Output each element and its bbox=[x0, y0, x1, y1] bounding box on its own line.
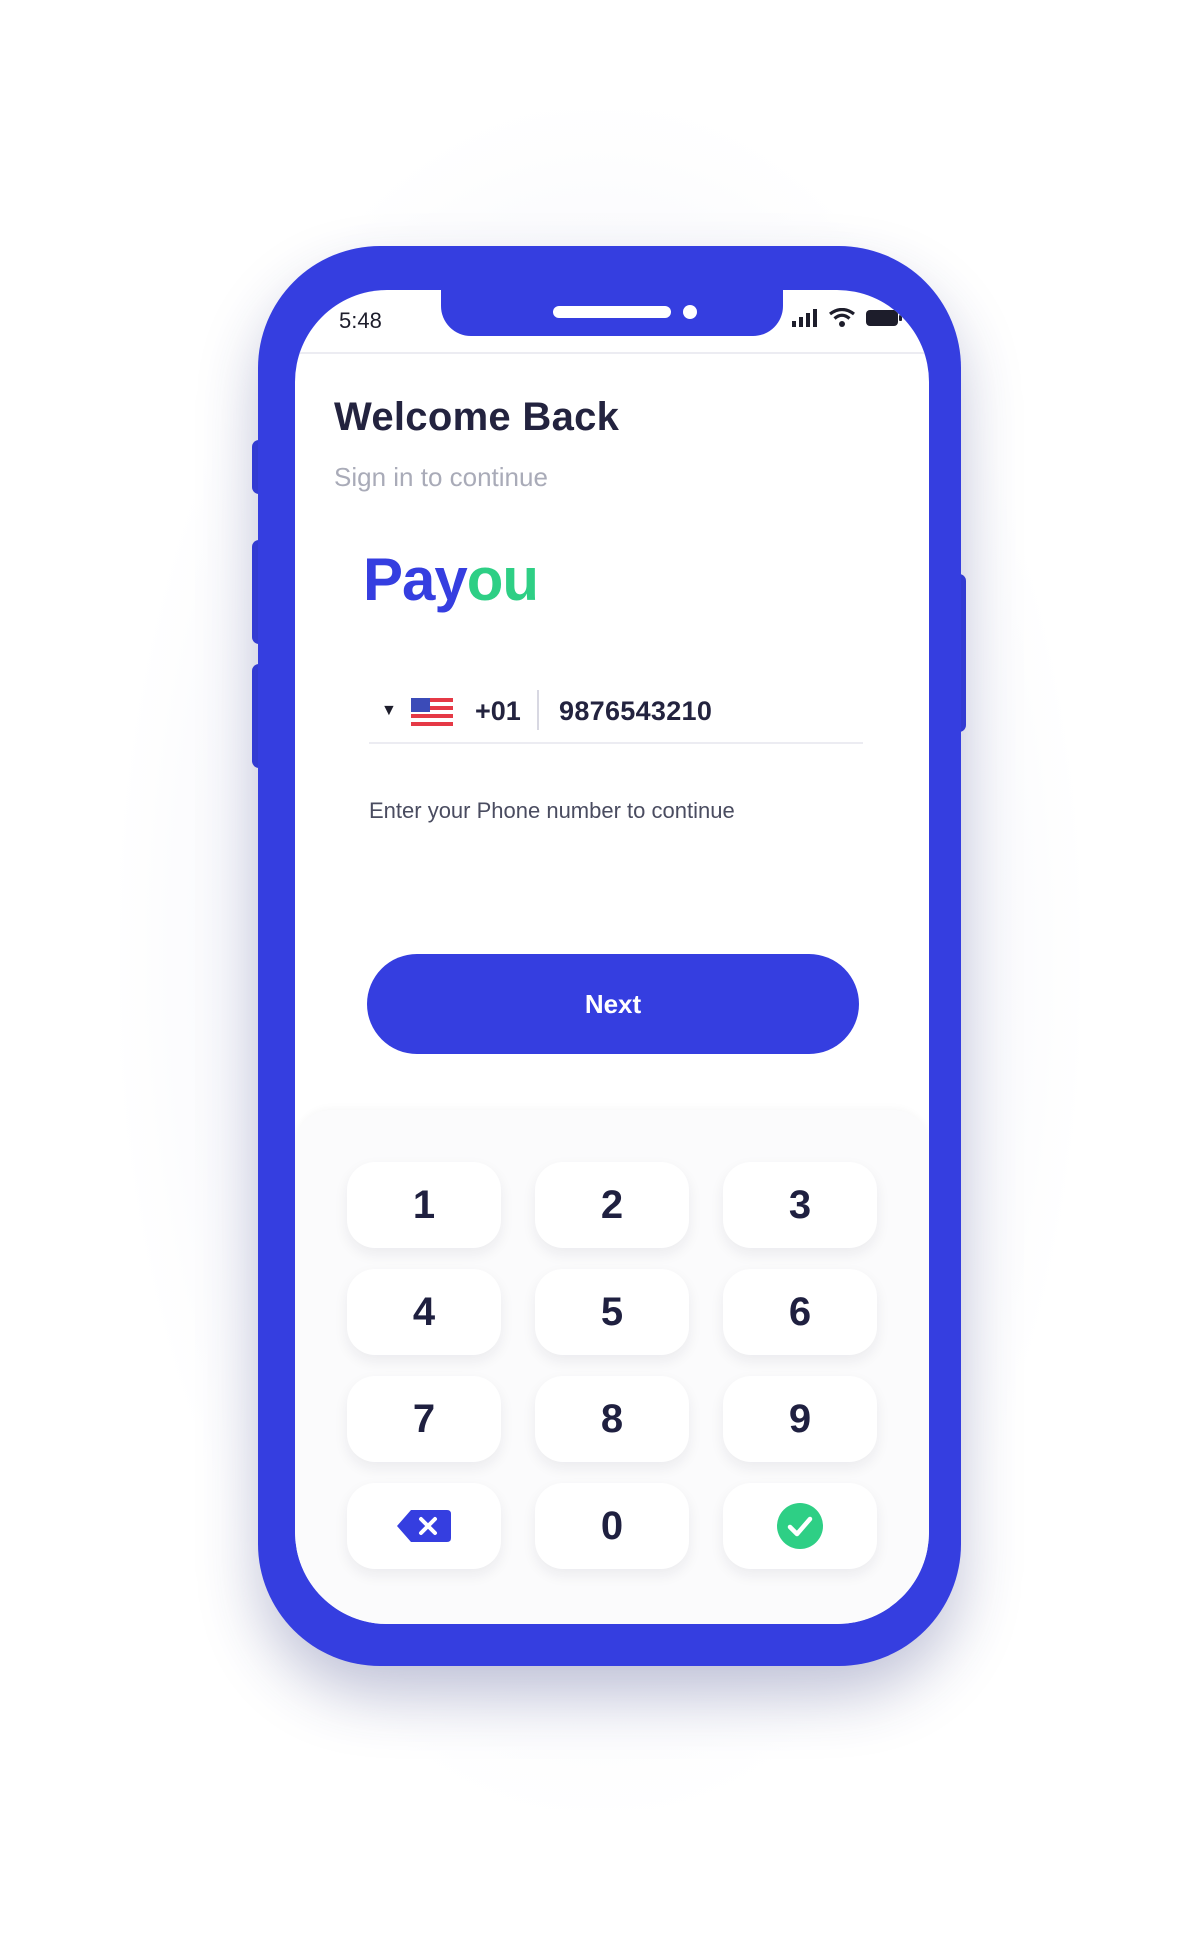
us-flag-icon[interactable] bbox=[411, 698, 453, 726]
signal-icon bbox=[792, 309, 817, 327]
key-5[interactable]: 5 bbox=[535, 1269, 689, 1355]
front-camera bbox=[683, 305, 697, 319]
status-time: 5:48 bbox=[339, 308, 382, 333]
phone-screen: 5:48 Welcome Back Sign in to continue Pa… bbox=[295, 290, 929, 1624]
page-title: Welcome Back bbox=[334, 395, 620, 439]
check-icon bbox=[777, 1503, 823, 1549]
phone-number-input[interactable]: 9876543210 bbox=[559, 696, 712, 727]
backspace-icon bbox=[397, 1510, 451, 1542]
input-divider bbox=[537, 690, 539, 730]
battery-icon bbox=[866, 310, 902, 326]
country-code[interactable]: +01 bbox=[475, 696, 521, 727]
key-4[interactable]: 4 bbox=[347, 1269, 501, 1355]
key-2[interactable]: 2 bbox=[535, 1162, 689, 1248]
key-delete[interactable] bbox=[347, 1483, 501, 1569]
key-7[interactable]: 7 bbox=[347, 1376, 501, 1462]
logo-part-pay: Pay bbox=[363, 546, 468, 613]
key-3[interactable]: 3 bbox=[723, 1162, 877, 1248]
country-dropdown-caret-icon[interactable]: ▼ bbox=[381, 702, 397, 720]
key-0[interactable]: 0 bbox=[535, 1483, 689, 1569]
key-confirm[interactable] bbox=[723, 1483, 877, 1569]
stage: 5:48 Welcome Back Sign in to continue Pa… bbox=[0, 0, 1203, 1950]
status-divider bbox=[295, 352, 929, 354]
phone-input-row: ▼ +01 9876543210 bbox=[369, 690, 863, 744]
payou-logo: Payou bbox=[363, 545, 539, 614]
page-subtitle: Sign in to continue bbox=[334, 462, 548, 492]
helper-text: Enter your Phone number to continue bbox=[369, 798, 735, 823]
status-icons bbox=[791, 308, 903, 328]
key-1[interactable]: 1 bbox=[347, 1162, 501, 1248]
key-8[interactable]: 8 bbox=[535, 1376, 689, 1462]
numeric-keypad: 1 2 3 4 5 6 7 8 9 0 bbox=[295, 1110, 929, 1624]
next-button[interactable]: Next bbox=[367, 954, 859, 1054]
speaker-grille bbox=[553, 306, 671, 318]
key-6[interactable]: 6 bbox=[723, 1269, 877, 1355]
key-9[interactable]: 9 bbox=[723, 1376, 877, 1462]
phone-frame: 5:48 Welcome Back Sign in to continue Pa… bbox=[258, 246, 961, 1666]
logo-part-ou: ou bbox=[466, 546, 539, 613]
wifi-icon bbox=[829, 308, 855, 327]
